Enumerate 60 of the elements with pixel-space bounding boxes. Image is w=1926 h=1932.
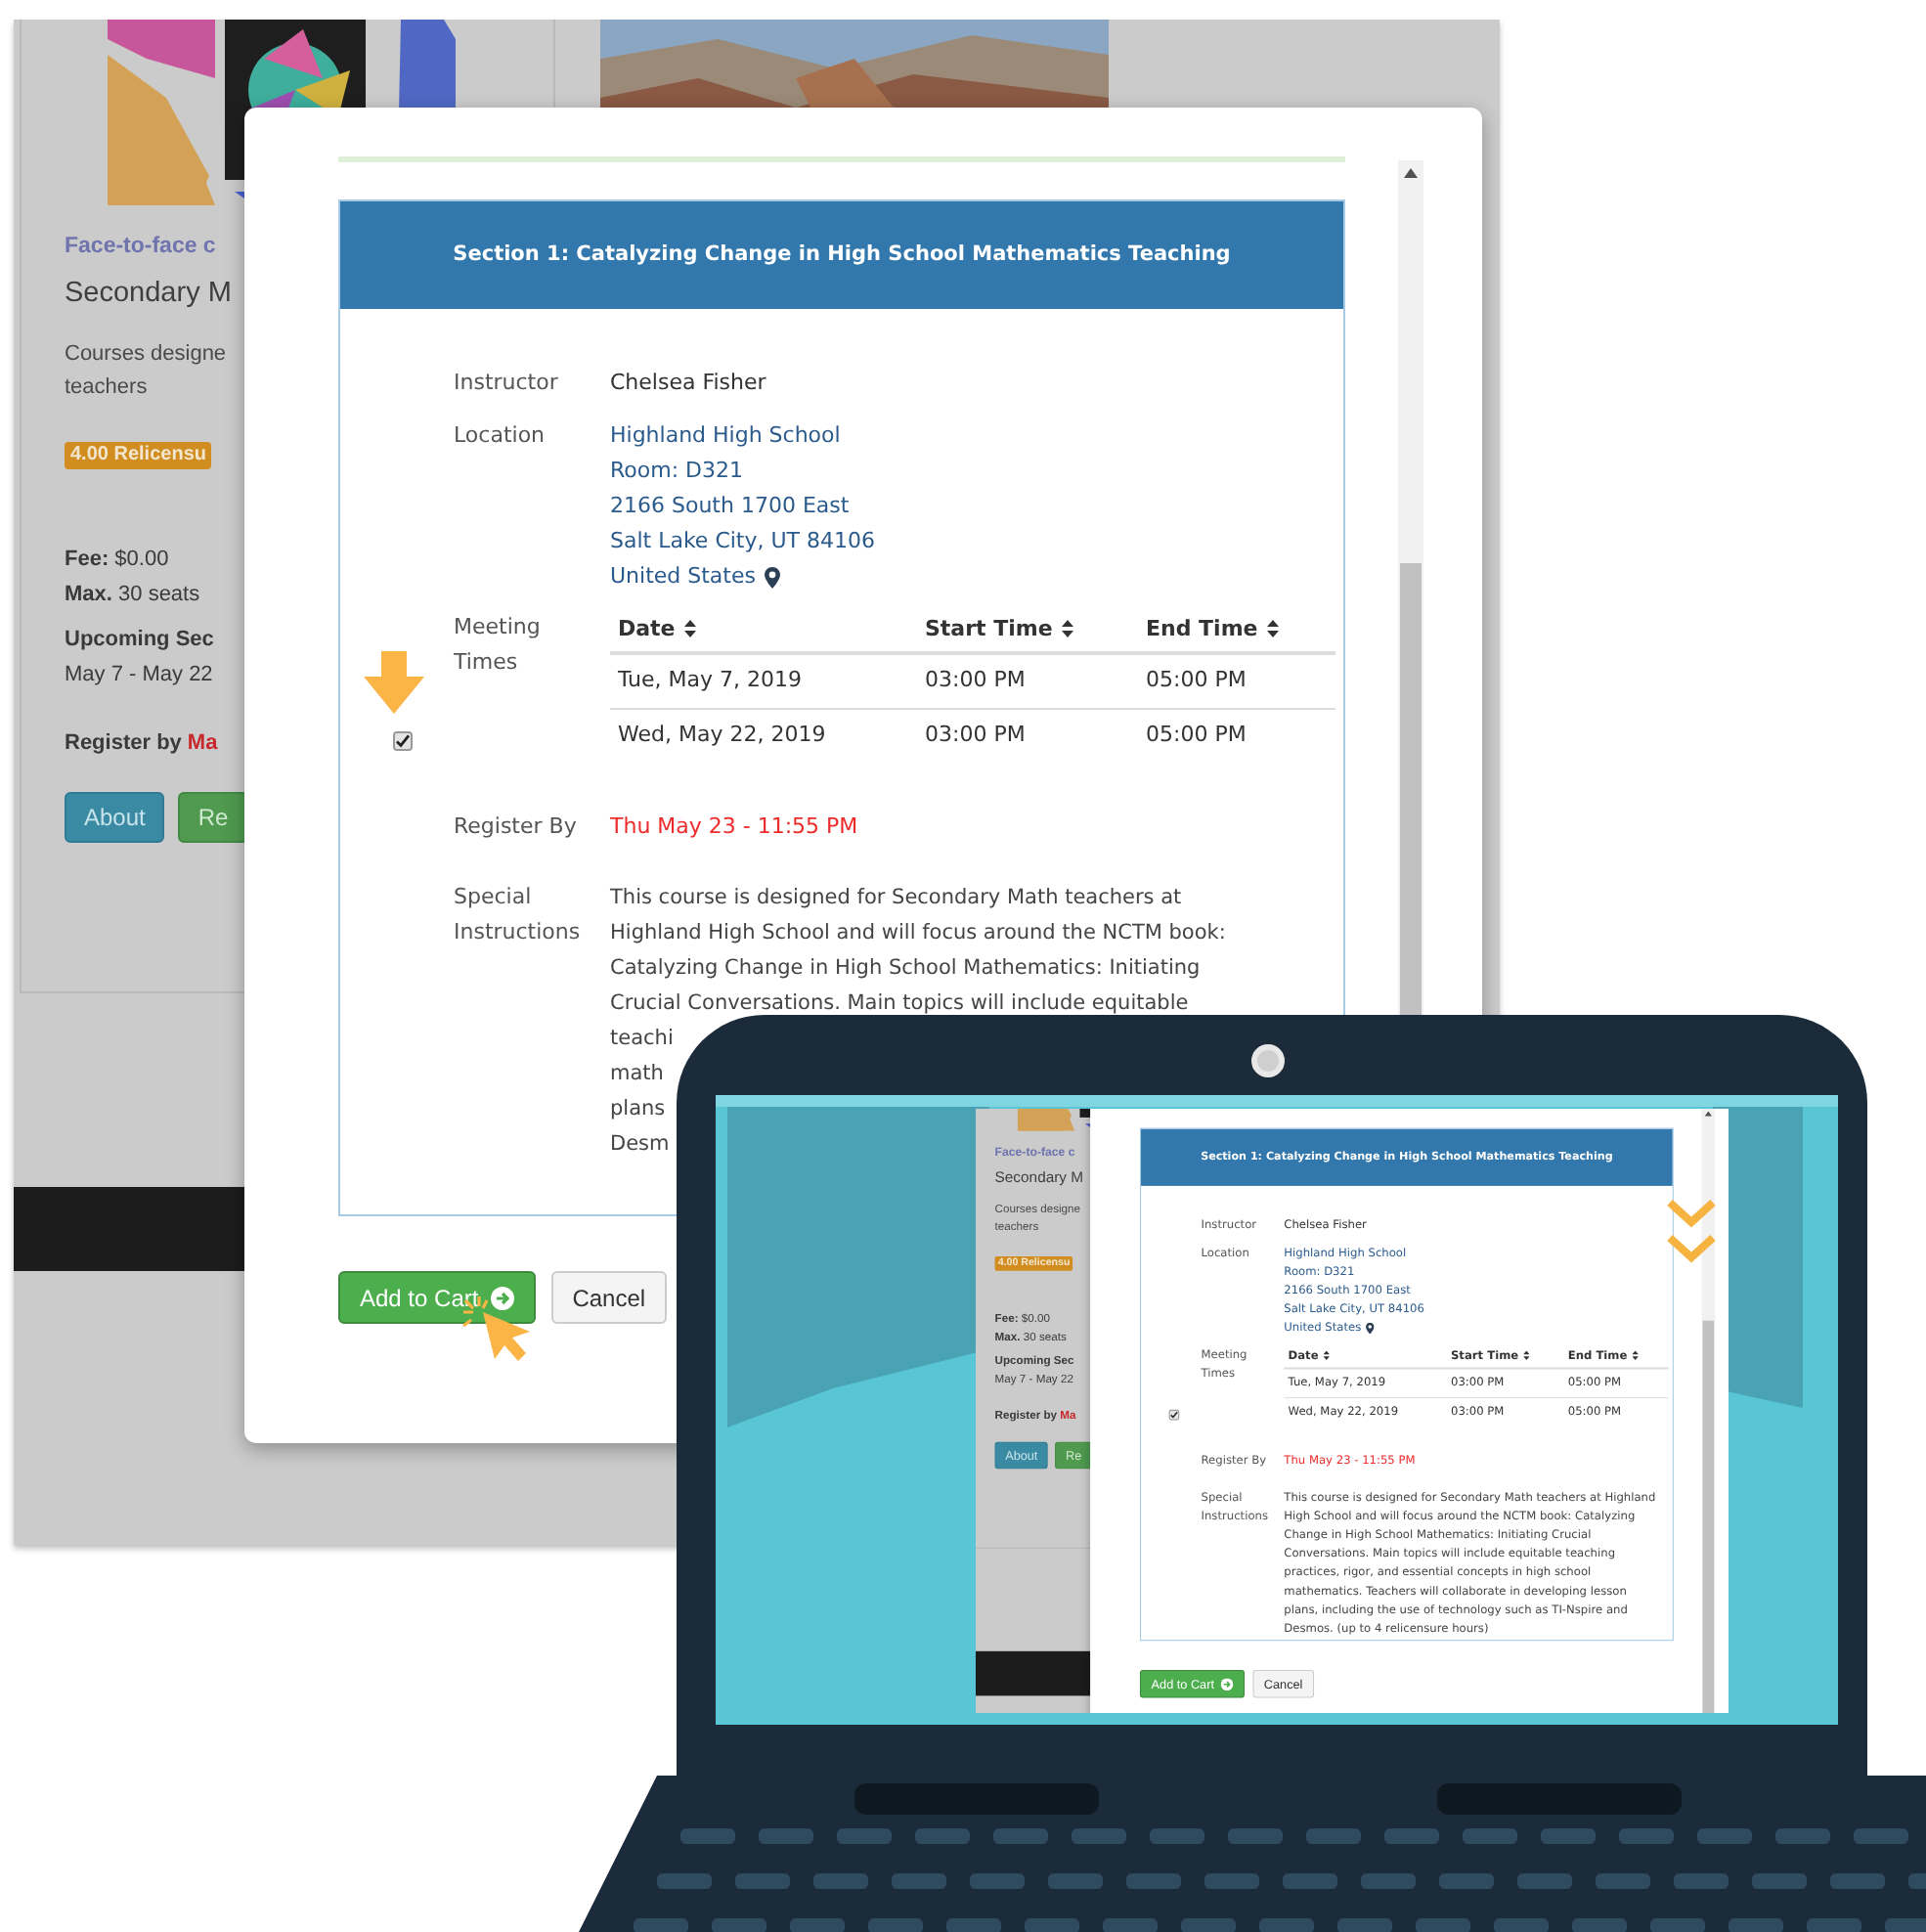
course-title: Secondary M	[65, 276, 234, 313]
location-link[interactable]: 2166 South 1700 East	[610, 489, 850, 524]
fee-text: Fee: $0.00	[65, 546, 171, 575]
meeting-checkbox[interactable]	[1168, 1409, 1180, 1421]
field-label: Register By	[454, 812, 579, 843]
upcoming-label: Upcoming Sec	[65, 626, 216, 655]
sort-icon	[1523, 1350, 1530, 1360]
seats-text: Max. 30 seats	[65, 581, 202, 610]
sort-icon	[1323, 1350, 1331, 1360]
table-cell: 05:00 PM	[1138, 653, 1335, 708]
course-description: Courses designe	[65, 340, 229, 370]
dialog-button[interactable]: Cancel	[550, 1271, 668, 1324]
course-description: teachers	[65, 373, 150, 403]
instructions-text: Highland High School and will focus around the NCTM book:	[610, 919, 1226, 948]
scroll-up-icon[interactable]	[1704, 1111, 1713, 1117]
location-link[interactable]: United States	[610, 559, 756, 594]
instructions-text: This course is designed for Secondary Math teachers at	[610, 884, 1182, 913]
arrow-circle-icon	[490, 1286, 514, 1309]
register-label: Register by	[65, 729, 182, 759]
arrow-circle-icon	[1220, 1677, 1234, 1690]
sort-icon	[1062, 619, 1074, 637]
upcoming-dates: May 7 - May 22	[65, 661, 215, 690]
table-cell: 03:00 PM	[917, 708, 1138, 763]
instructor-name: Chelsea Fisher	[610, 368, 766, 399]
down-arrow-icon	[364, 651, 424, 714]
sort-icon	[684, 619, 697, 637]
scroll-up-icon[interactable]	[1404, 168, 1418, 178]
section-title: Section 1: Catalyzing Change in High School Mathematics Teaching	[453, 240, 1231, 270]
course-category: Face-to-face c	[65, 233, 218, 262]
table-cell: 03:00 PM	[917, 653, 1138, 708]
field-label: Location	[454, 420, 547, 452]
instructions-text: Crucial Conversations. Main topics will include equitable	[610, 989, 1189, 1019]
instructions-text: math	[610, 1060, 664, 1089]
sort-icon	[1267, 619, 1280, 637]
field-label: Instructor	[454, 368, 560, 399]
instructions-text: Desm	[610, 1130, 670, 1160]
field-label: Meeting Times	[454, 612, 543, 679]
column-header[interactable]: Start Time	[917, 606, 1138, 653]
camera-icon	[1251, 1044, 1285, 1077]
register-deadline: Thu May 23 - 11:55 PM	[610, 812, 858, 843]
column-header[interactable]: End Time	[1138, 606, 1335, 653]
location-link[interactable]: Room: D321	[610, 454, 743, 489]
register-date: Ma	[187, 729, 218, 759]
scrollbar[interactable]	[1701, 1109, 1716, 1713]
location-link[interactable]: Salt Lake City, UT 84106	[610, 524, 876, 559]
location-link[interactable]: Highland High School	[610, 418, 841, 454]
column-header[interactable]: Date	[610, 606, 917, 653]
table-cell: 05:00 PM	[1138, 708, 1335, 763]
instructions-text: plans	[610, 1095, 666, 1124]
sort-icon	[1632, 1350, 1640, 1360]
scroll-thumb[interactable]	[1702, 1320, 1715, 1713]
map-pin-icon	[764, 566, 779, 588]
instructions-text: Catalyzing Change in High School Mathematics: Initiating	[610, 954, 1201, 984]
meeting-checkbox[interactable]	[393, 731, 413, 751]
instructions-text: teachi	[610, 1025, 674, 1054]
field-label: Special Instructions	[454, 882, 583, 948]
table-cell: Tue, May 7, 2019	[610, 653, 917, 708]
table-cell: Wed, May 22, 2019	[610, 708, 917, 763]
credit-badge: 4.00 Relicensu	[65, 442, 212, 469]
map-pin-icon	[1365, 1322, 1374, 1334]
